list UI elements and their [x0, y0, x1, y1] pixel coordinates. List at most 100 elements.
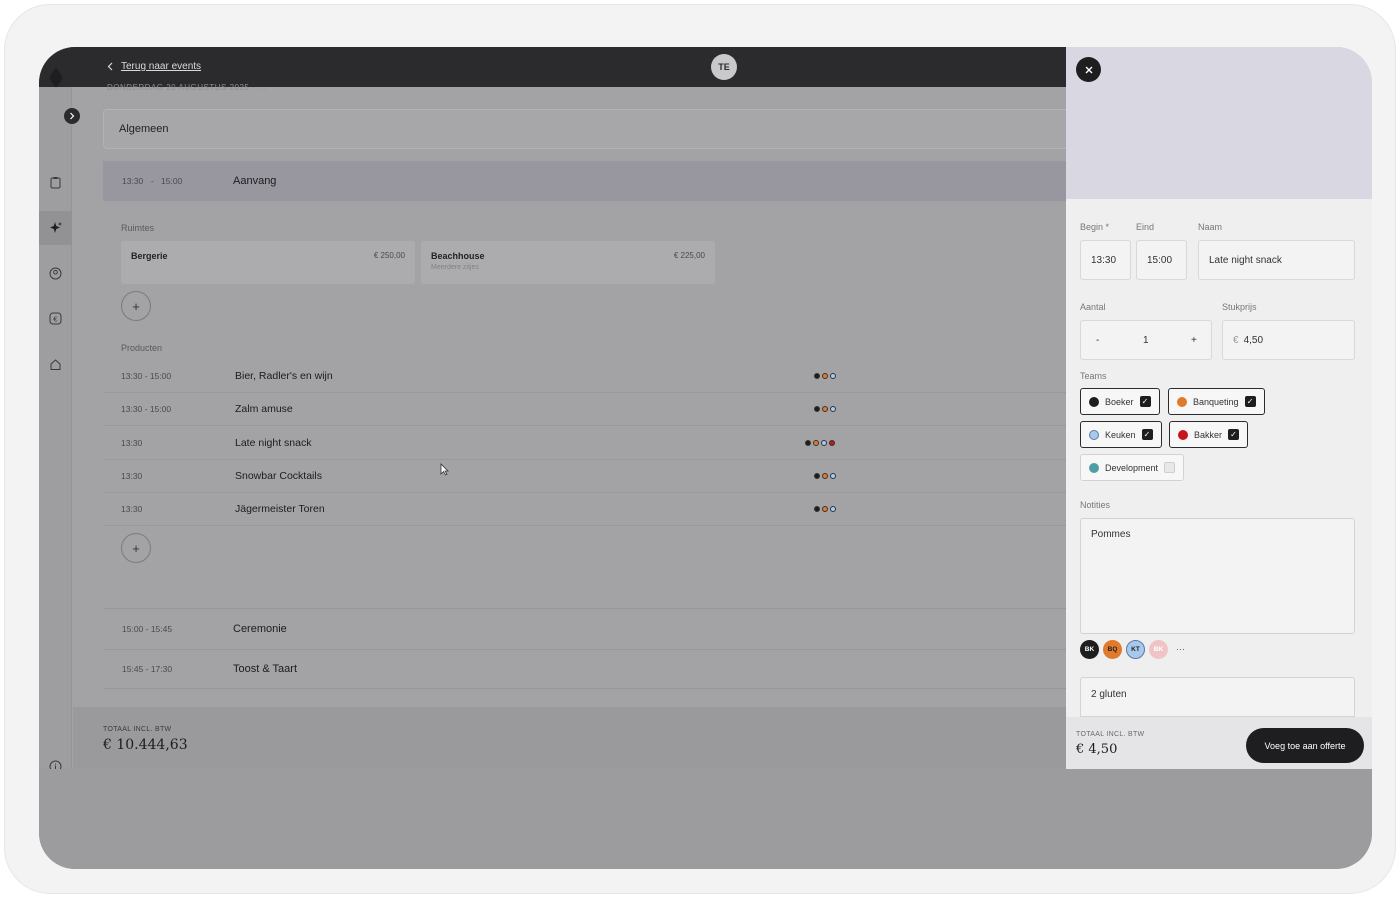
section-title: Aanvang	[233, 175, 277, 187]
end-label: Eind	[1136, 222, 1155, 232]
team-dots	[814, 406, 836, 412]
check-icon[interactable]: ✓	[1141, 429, 1153, 440]
product-name: Late night snack	[235, 437, 312, 449]
section-header-ceremonie[interactable]: 15:00 - 15:45 Ceremonie	[103, 608, 1066, 648]
more-avatars-icon[interactable]: ···	[1176, 644, 1185, 654]
check-icon[interactable]: ✓	[1244, 396, 1256, 407]
chevron-left-icon	[107, 62, 113, 71]
product-detail-panel: Begin * Eind Naam 13:30 15:00 Late night…	[1066, 47, 1372, 769]
section-header-toost[interactable]: 15:45 - 17:30 Toost & Taart	[103, 649, 1066, 689]
add-product-button[interactable]: +	[121, 533, 151, 563]
check-icon[interactable]: ✓	[1228, 429, 1240, 440]
team-color-dot	[1089, 396, 1099, 407]
team-chip-development[interactable]: Development	[1080, 454, 1185, 481]
product-time: 13:30	[121, 504, 143, 514]
section-end-time: 15:00	[161, 176, 183, 186]
panel-total-value: € 4,50	[1076, 742, 1118, 757]
unit-price-value: 4,50	[1243, 334, 1264, 346]
check-icon[interactable]: ✓	[1139, 396, 1151, 407]
quantity-increment-button[interactable]: +	[1191, 335, 1197, 346]
avatar[interactable]: KT	[1126, 640, 1145, 659]
room-name: Beachhouse	[431, 251, 485, 261]
room-name: Bergerie	[131, 251, 168, 261]
product-row[interactable]: 13:30 - 15:00 Zalm amuse	[103, 393, 1066, 426]
room-card-bergerie[interactable]: Bergerie € 250,00	[121, 241, 415, 284]
back-link[interactable]: Terug naar events	[107, 61, 201, 72]
date-breadcrumb: DONDERDAG 20 AUGUSTUS 2025 · ...	[107, 83, 267, 92]
quantity-label: Aantal	[1080, 302, 1106, 312]
avatar[interactable]: BQ	[1103, 640, 1122, 659]
product-name: Snowbar Cocktails	[235, 470, 322, 482]
unit-price-field[interactable]: € 4,50	[1222, 320, 1355, 360]
sidebar: €	[39, 87, 72, 773]
end-time-field[interactable]: 15:00	[1136, 240, 1187, 280]
section-title: Toost & Taart	[233, 663, 297, 675]
team-name: Keuken	[1105, 429, 1136, 440]
avatar[interactable]: BK	[1080, 640, 1099, 659]
sparkle-icon[interactable]	[49, 221, 62, 234]
unit-price-label: Stukprijs	[1222, 302, 1257, 312]
team-chip-keuken[interactable]: Keuken ✓	[1080, 421, 1162, 448]
top-bar: Terug naar events TE	[39, 47, 1066, 89]
section-time: 15:00 - 15:45	[122, 623, 173, 634]
team-chip-bakker[interactable]: Bakker ✓	[1169, 421, 1249, 448]
team-color-dot	[1089, 462, 1099, 473]
device-frame: Terug naar events TE € DONDERDAG 20 AUGU…	[4, 4, 1396, 894]
back-link-label: Terug naar events	[121, 61, 202, 72]
quantity-value[interactable]: 1	[1143, 335, 1149, 346]
panel-total-label: TOTAAL INCL. BTW	[1076, 731, 1145, 738]
product-time: 13:30	[121, 471, 143, 481]
secondary-note-field[interactable]: 2 gluten	[1080, 677, 1355, 717]
product-name: Jägermeister Toren	[235, 503, 325, 515]
add-room-button[interactable]: +	[121, 291, 151, 321]
euro-icon[interactable]: €	[49, 312, 62, 325]
team-name: Development	[1105, 462, 1159, 473]
home-icon[interactable]	[49, 358, 62, 371]
screen: Terug naar events TE € DONDERDAG 20 AUGU…	[39, 47, 1372, 869]
team-chip-banqueting[interactable]: Banqueting ✓	[1168, 388, 1265, 415]
chevron-right-icon	[70, 112, 75, 120]
section-header-aanvang[interactable]: 13:30 - 15:00 Aanvang	[103, 161, 1066, 201]
products-label: Producten	[121, 343, 163, 353]
section-time: 15:45 - 17:30	[122, 664, 173, 674]
clipboard-icon[interactable]	[49, 176, 62, 189]
user-circle-icon[interactable]	[49, 267, 62, 280]
team-color-dot	[1177, 396, 1187, 407]
begin-time-field[interactable]: 13:30	[1080, 240, 1131, 280]
section-general[interactable]: Algemeen	[103, 109, 1066, 149]
total-label: TOTAAL INCL. BTW	[103, 726, 172, 733]
quantity-decrement-button[interactable]: -	[1096, 335, 1099, 346]
notes-textarea[interactable]: Pommes	[1080, 518, 1355, 634]
add-to-quote-button[interactable]: Voeg toe aan offerte	[1246, 728, 1364, 763]
product-row[interactable]: 13:30 Jägermeister Toren	[103, 493, 1066, 526]
close-icon	[1085, 66, 1092, 73]
svg-text:€: €	[53, 315, 57, 323]
checkbox-unchecked-icon[interactable]	[1164, 462, 1176, 473]
product-time: 13:30	[121, 438, 143, 448]
product-row[interactable]: 13:30 Snowbar Cocktails	[103, 460, 1066, 493]
sidebar-toggle[interactable]	[64, 108, 80, 124]
team-color-dot	[1089, 429, 1099, 440]
total-footer: TOTAAL INCL. BTW € 10.444,63	[73, 707, 1066, 769]
team-dots	[814, 506, 836, 512]
team-color-dot	[1178, 429, 1188, 440]
team-dots	[814, 373, 836, 379]
user-avatar[interactable]: TE	[711, 54, 737, 80]
avatar[interactable]: BK	[1149, 640, 1168, 659]
section-time-separator: -	[151, 176, 154, 186]
product-time: 13:30 - 15:00	[121, 371, 172, 381]
team-dots	[814, 473, 836, 479]
team-chip-boeker[interactable]: Boeker ✓	[1080, 388, 1160, 415]
product-row[interactable]: 13:30 Late night snack	[103, 427, 1066, 460]
product-name: Zalm amuse	[235, 403, 293, 415]
currency-symbol: €	[1233, 334, 1239, 346]
close-button[interactable]	[1076, 57, 1101, 82]
quantity-stepper: - 1 +	[1080, 320, 1212, 360]
product-row[interactable]: 13:30 - 15:00 Bier, Radler's en wijn	[103, 360, 1066, 393]
room-card-beachhouse[interactable]: Beachhouse € 225,00 Meerdere zitjes	[421, 241, 715, 284]
logo-icon	[49, 67, 63, 89]
app: Terug naar events TE € DONDERDAG 20 AUGU…	[39, 47, 1372, 773]
team-name: Bakker	[1194, 429, 1223, 440]
name-field[interactable]: Late night snack	[1198, 240, 1355, 280]
product-name: Bier, Radler's en wijn	[235, 370, 333, 382]
